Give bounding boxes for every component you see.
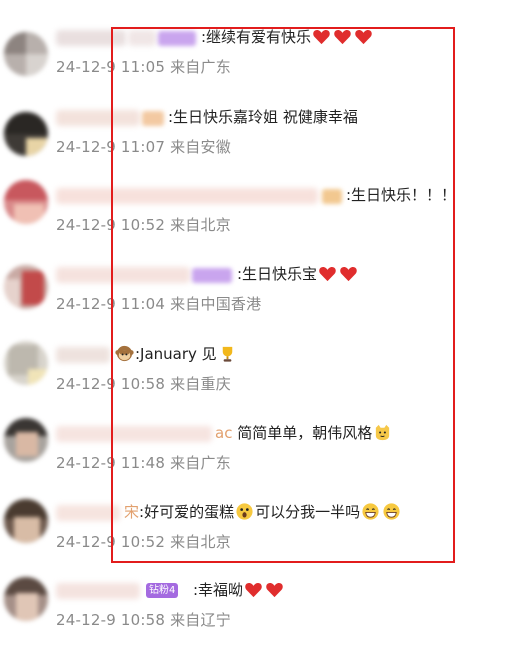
comment-body: :生日快乐宝 (237, 265, 318, 283)
fan-badge-label: 钻粉4 (149, 585, 176, 596)
comment-text: :幸福呦 (193, 579, 285, 601)
comment-body: :January 见 (135, 345, 217, 363)
grinning-face-icon (361, 502, 380, 521)
comment-meta: 24-12-9 10:52 来自北京 (56, 214, 231, 236)
username[interactable] (56, 267, 190, 283)
username-extra (128, 30, 156, 46)
timestamp: 24-12-9 10:52 (56, 533, 166, 551)
location: 来自重庆 (170, 375, 231, 393)
comment-item: 钻粉4 :幸福呦 24-12-9 10:58 来自辽宁 (0, 577, 518, 658)
username[interactable] (56, 30, 126, 46)
username-tail[interactable]: 宋 (124, 503, 139, 521)
location: 来自中国香港 (170, 295, 262, 313)
comment-body-continued: 可以分我一半吗 (255, 503, 361, 521)
comment-item: 宋:好可爱的蛋糕 可以分我一半吗 24-12-9 10:52 来自北京 (0, 499, 518, 580)
astonished-face-icon (235, 502, 254, 521)
comment-body: :生日快乐嘉玲姐 祝健康幸福 (168, 108, 358, 126)
heart-icon (339, 264, 358, 283)
timestamp: 24-12-9 10:58 (56, 611, 166, 629)
comment-meta: 24-12-9 10:58 来自重庆 (56, 373, 231, 395)
comment-meta: 24-12-9 11:07 来自安徽 (56, 136, 231, 158)
avatar[interactable] (4, 418, 48, 462)
heart-icon (312, 27, 331, 46)
comment-body: :生日快乐！！！ (346, 186, 457, 204)
cat-face-icon (373, 423, 392, 442)
comment-body: :好可爱的蛋糕 (139, 503, 235, 521)
avatar[interactable] (4, 265, 48, 309)
avatar[interactable] (4, 499, 48, 543)
comment-meta: 24-12-9 10:58 来自辽宁 (56, 609, 231, 631)
avatar[interactable] (4, 577, 48, 621)
timestamp: 24-12-9 11:05 (56, 58, 166, 76)
comment-item: :生日快乐嘉玲姐 祝健康幸福 24-12-9 11:07 来自安徽 (0, 106, 518, 185)
comment-text: :January 见 (114, 343, 238, 365)
location: 来自广东 (170, 58, 231, 76)
comment-meta: 24-12-9 11:05 来自广东 (56, 56, 231, 78)
fan-badge: 钻粉4 (146, 583, 179, 598)
timestamp: 24-12-9 11:04 (56, 295, 166, 313)
location: 来自辽宁 (170, 611, 231, 629)
avatar[interactable] (4, 180, 48, 224)
comment-item: ac 简简单单，朝伟风格 24-12-9 11:48 来自广东 (0, 418, 518, 501)
comment-item: :January 见 24-12-9 10:58 来自重庆 (0, 341, 518, 422)
comment-text: 宋:好可爱的蛋糕 可以分我一半吗 (124, 501, 402, 523)
comment-text: :继续有爱有快乐 (201, 26, 374, 48)
username-tail[interactable]: ac (215, 424, 232, 442)
comment-text: :生日快乐！！！ (346, 184, 456, 206)
username[interactable] (56, 188, 318, 204)
username[interactable] (56, 347, 110, 363)
trophy-icon (218, 344, 237, 363)
username[interactable] (56, 110, 140, 126)
username[interactable] (56, 505, 120, 521)
heart-icon (265, 580, 284, 599)
comment-item: :生日快乐！！！ 24-12-9 10:52 来自北京 (0, 180, 518, 263)
comment-meta: 24-12-9 11:48 来自广东 (56, 452, 231, 474)
heart-icon (333, 27, 352, 46)
fan-badge (158, 31, 196, 46)
timestamp: 24-12-9 10:58 (56, 375, 166, 393)
comment-text: ac 简简单单，朝伟风格 (215, 422, 393, 444)
fan-badge (192, 268, 232, 283)
comment-text: :生日快乐宝 (237, 263, 359, 285)
fan-badge (142, 111, 164, 126)
location: 来自广东 (170, 454, 231, 472)
location: 来自北京 (170, 216, 231, 234)
comment-body: 简简单单，朝伟风格 (232, 424, 373, 442)
comment-meta: 24-12-9 10:52 来自北京 (56, 531, 231, 553)
comment-item: :生日快乐宝 24-12-9 11:04 来自中国香港 (0, 263, 518, 342)
timestamp: 24-12-9 11:07 (56, 138, 166, 156)
location: 来自北京 (170, 533, 231, 551)
grinning-face-icon (382, 502, 401, 521)
comment-item: :继续有爱有快乐 24-12-9 11:05 来自广东 (0, 26, 518, 105)
monkey-icon (115, 344, 134, 363)
comment-body: :幸福呦 (193, 581, 244, 599)
comment-body: :继续有爱有快乐 (201, 28, 312, 46)
heart-icon (354, 27, 373, 46)
username[interactable] (56, 426, 212, 442)
timestamp: 24-12-9 11:48 (56, 454, 166, 472)
heart-icon (318, 264, 337, 283)
comment-meta: 24-12-9 11:04 来自中国香港 (56, 293, 261, 315)
timestamp: 24-12-9 10:52 (56, 216, 166, 234)
avatar[interactable] (4, 341, 48, 385)
fan-badge (322, 189, 342, 204)
username[interactable] (56, 583, 140, 599)
location: 来自安徽 (170, 138, 231, 156)
comment-text: :生日快乐嘉玲姐 祝健康幸福 (168, 106, 358, 128)
avatar[interactable] (4, 32, 48, 76)
heart-icon (244, 580, 263, 599)
avatar[interactable] (4, 112, 48, 156)
